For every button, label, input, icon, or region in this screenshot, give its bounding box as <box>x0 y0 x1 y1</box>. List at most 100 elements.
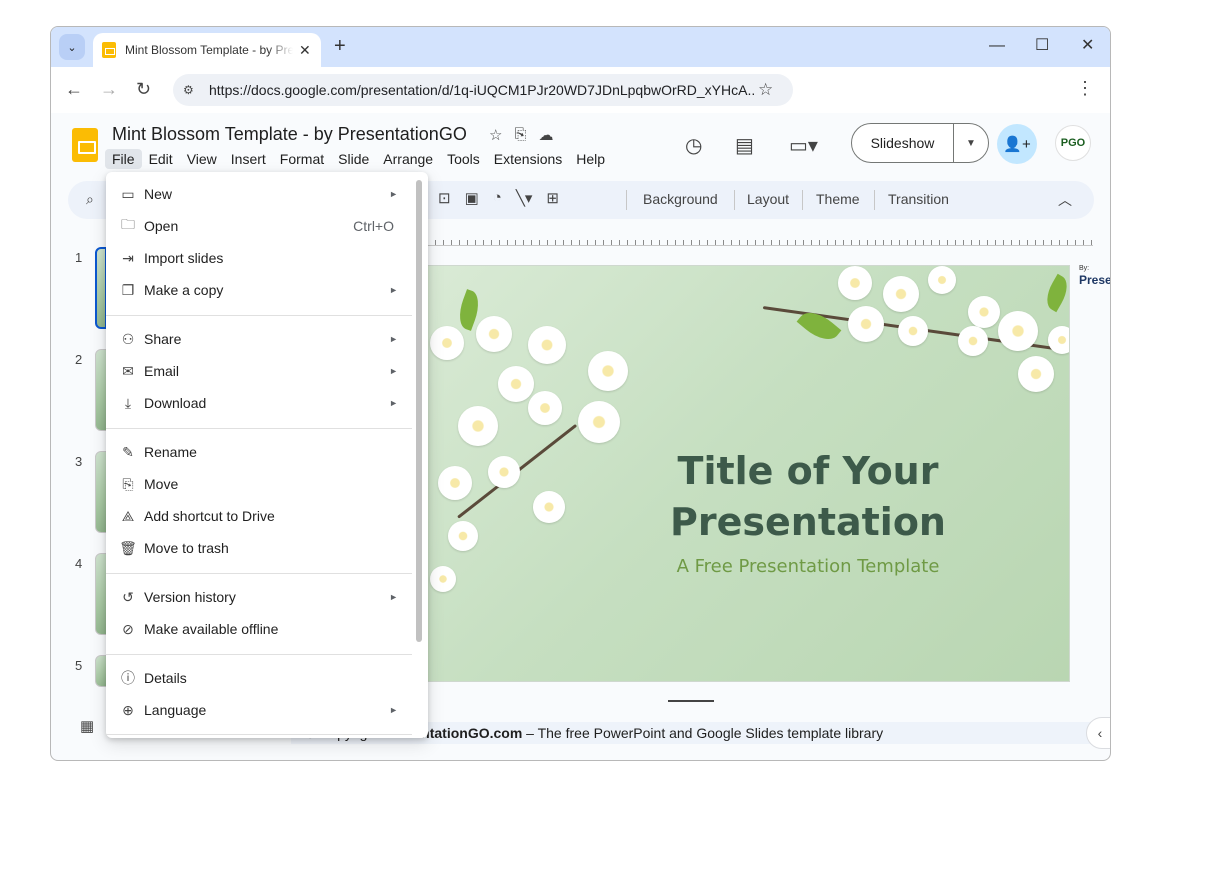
reload-icon[interactable]: ↻ <box>136 79 151 99</box>
star-icon[interactable]: ☆ <box>489 126 502 144</box>
tab-search-icon[interactable]: ⌄ <box>59 34 85 60</box>
layout-button[interactable]: Layout <box>747 191 789 207</box>
menu-item-make-copy[interactable]: ❐ Make a copy ► <box>106 274 414 306</box>
site-settings-icon[interactable]: ⚙ <box>183 83 199 97</box>
minimize-button[interactable]: — <box>989 37 1005 55</box>
line-icon[interactable]: ╲▾ <box>516 189 533 207</box>
menu-item-label: Language <box>144 702 207 718</box>
menu-item-open[interactable]: 🗀 Open Ctrl+O <box>106 210 414 242</box>
comments-icon[interactable]: ▤ <box>735 133 754 158</box>
submenu-arrow-icon: ► <box>389 189 398 199</box>
cloud-status-icon[interactable]: ☁ <box>538 126 553 144</box>
menu-arrange[interactable]: Arrange <box>376 149 440 169</box>
side-panel-toggle[interactable]: ‹ <box>1086 717 1110 749</box>
notes-suffix: – The free PowerPoint and Google Slides … <box>522 725 884 741</box>
menu-item-label: Make a copy <box>144 282 224 298</box>
search-menus-icon[interactable]: ⌕ <box>86 191 94 208</box>
menu-extensions[interactable]: Extensions <box>487 149 569 169</box>
menu-item-move[interactable]: ⎘ Move <box>106 468 414 500</box>
offline-check-icon: ⊘ <box>122 620 134 637</box>
menu-separator <box>106 573 412 574</box>
notes-resize-handle[interactable] <box>668 700 714 702</box>
slide-edge-brand: Prese <box>1079 273 1111 287</box>
browser-menu-icon[interactable]: ⋮ <box>1076 78 1094 99</box>
theme-button[interactable]: Theme <box>816 191 860 207</box>
close-window-button[interactable]: ✕ <box>1081 37 1094 55</box>
menu-file[interactable]: File <box>105 149 142 169</box>
blossom-decoration <box>430 566 456 592</box>
share-button[interactable]: 👤+ <box>997 124 1037 164</box>
menu-item-label: Details <box>144 670 187 686</box>
document-title[interactable]: Mint Blossom Template - by PresentationG… <box>112 124 467 145</box>
slideshow-label[interactable]: Slideshow <box>852 124 954 162</box>
menu-item-email[interactable]: ✉ Email ► <box>106 355 414 387</box>
slideshow-button[interactable]: Slideshow ▼ <box>851 123 989 163</box>
collapse-toolbar-icon[interactable]: ︿ <box>1058 190 1072 210</box>
avatar-initials: PGO <box>1060 137 1086 149</box>
slide-title[interactable]: Title of Your Presentation <box>638 446 978 548</box>
copy-icon: ❐ <box>121 281 135 298</box>
menu-item-label: Email <box>144 363 180 379</box>
menu-item-download[interactable]: ⤓ Download ► <box>106 387 414 419</box>
menu-item-language[interactable]: ⊕ Language ► <box>106 694 414 726</box>
title-actions: ☆ ⎘ ☁ <box>489 126 553 144</box>
menu-scrollbar[interactable] <box>416 180 422 642</box>
address-bar[interactable]: ⚙ https://docs.google.com/presentation/d… <box>173 74 793 106</box>
slide-canvas[interactable]: Title of Your Presentation A Free Presen… <box>427 265 1070 682</box>
menu-item-label: New <box>144 186 173 202</box>
info-icon: ⓘ <box>121 670 135 686</box>
menu-view[interactable]: View <box>180 149 224 169</box>
version-history-icon[interactable]: ◷ <box>685 133 702 158</box>
folder-icon: 🗀 <box>121 216 135 232</box>
submenu-arrow-icon: ► <box>389 398 398 408</box>
menu-item-details[interactable]: ⓘ Details <box>106 662 414 694</box>
menu-format[interactable]: Format <box>273 149 331 169</box>
shape-icon[interactable]: ◔ <box>493 189 502 207</box>
trash-icon: 🗑 <box>119 539 137 556</box>
menu-slide[interactable]: Slide <box>331 149 376 169</box>
maximize-button[interactable]: ☐ <box>1035 37 1049 55</box>
new-tab-button[interactable]: + <box>334 36 346 56</box>
blossom-decoration <box>968 296 1000 328</box>
blossom-decoration <box>498 366 534 402</box>
avatar[interactable]: PGO <box>1055 125 1091 161</box>
blossom-decoration <box>1048 326 1069 354</box>
grid-view-icon[interactable]: ▦ <box>80 717 94 735</box>
menu-item-move-to-trash[interactable]: 🗑 Move to trash <box>106 532 414 564</box>
add-comment-icon[interactable]: ⊞ <box>546 189 559 207</box>
submenu-arrow-icon: ► <box>389 285 398 295</box>
image-icon[interactable]: ▣ <box>465 189 479 207</box>
slideshow-dropdown-icon[interactable]: ▼ <box>954 138 988 149</box>
slides-logo-icon[interactable] <box>72 128 98 162</box>
meet-icon[interactable]: ▭▾ <box>789 133 818 158</box>
menu-item-label: Move <box>144 476 179 492</box>
ruler-baseline <box>427 245 1093 246</box>
tab-close-icon[interactable]: ✕ <box>299 42 311 59</box>
menu-edit[interactable]: Edit <box>142 149 180 169</box>
slide-subtitle[interactable]: A Free Presentation Template <box>638 556 978 577</box>
browser-tab[interactable]: Mint Blossom Template - by PresentationG… <box>93 33 321 67</box>
menu-item-import-slides[interactable]: ⇥ Import slides <box>106 242 414 274</box>
blossom-decoration <box>488 456 520 488</box>
browser-window: ⌄ Mint Blossom Template - by Presentatio… <box>50 26 1111 761</box>
menu-insert[interactable]: Insert <box>224 149 273 169</box>
move-folder-icon[interactable]: ⎘ <box>514 126 526 144</box>
text-box-icon[interactable]: ⊡ <box>438 189 451 207</box>
url-text[interactable]: https://docs.google.com/presentation/d/1… <box>209 82 754 98</box>
menu-item-version-history[interactable]: ↺ Version history ► <box>106 581 414 613</box>
forward-icon[interactable]: → <box>100 79 118 99</box>
menu-item-new[interactable]: ▭ New ► <box>106 178 414 210</box>
back-icon[interactable]: ← <box>65 79 83 99</box>
blossom-decoration <box>998 311 1038 351</box>
menu-item-share[interactable]: ⚇ Share ► <box>106 323 414 355</box>
slide-number: 1 <box>75 250 83 265</box>
menu-help[interactable]: Help <box>569 149 612 169</box>
menu-tools[interactable]: Tools <box>440 149 487 169</box>
bookmark-star-icon[interactable]: ☆ <box>758 80 773 100</box>
rename-icon: ✎ <box>122 443 134 460</box>
background-button[interactable]: Background <box>643 191 718 207</box>
menu-item-rename[interactable]: ✎ Rename <box>106 436 414 468</box>
menu-item-make-offline[interactable]: ⊘ Make available offline <box>106 613 414 645</box>
transition-button[interactable]: Transition <box>888 191 949 207</box>
menu-item-add-shortcut[interactable]: ⟁ Add shortcut to Drive <box>106 500 414 532</box>
